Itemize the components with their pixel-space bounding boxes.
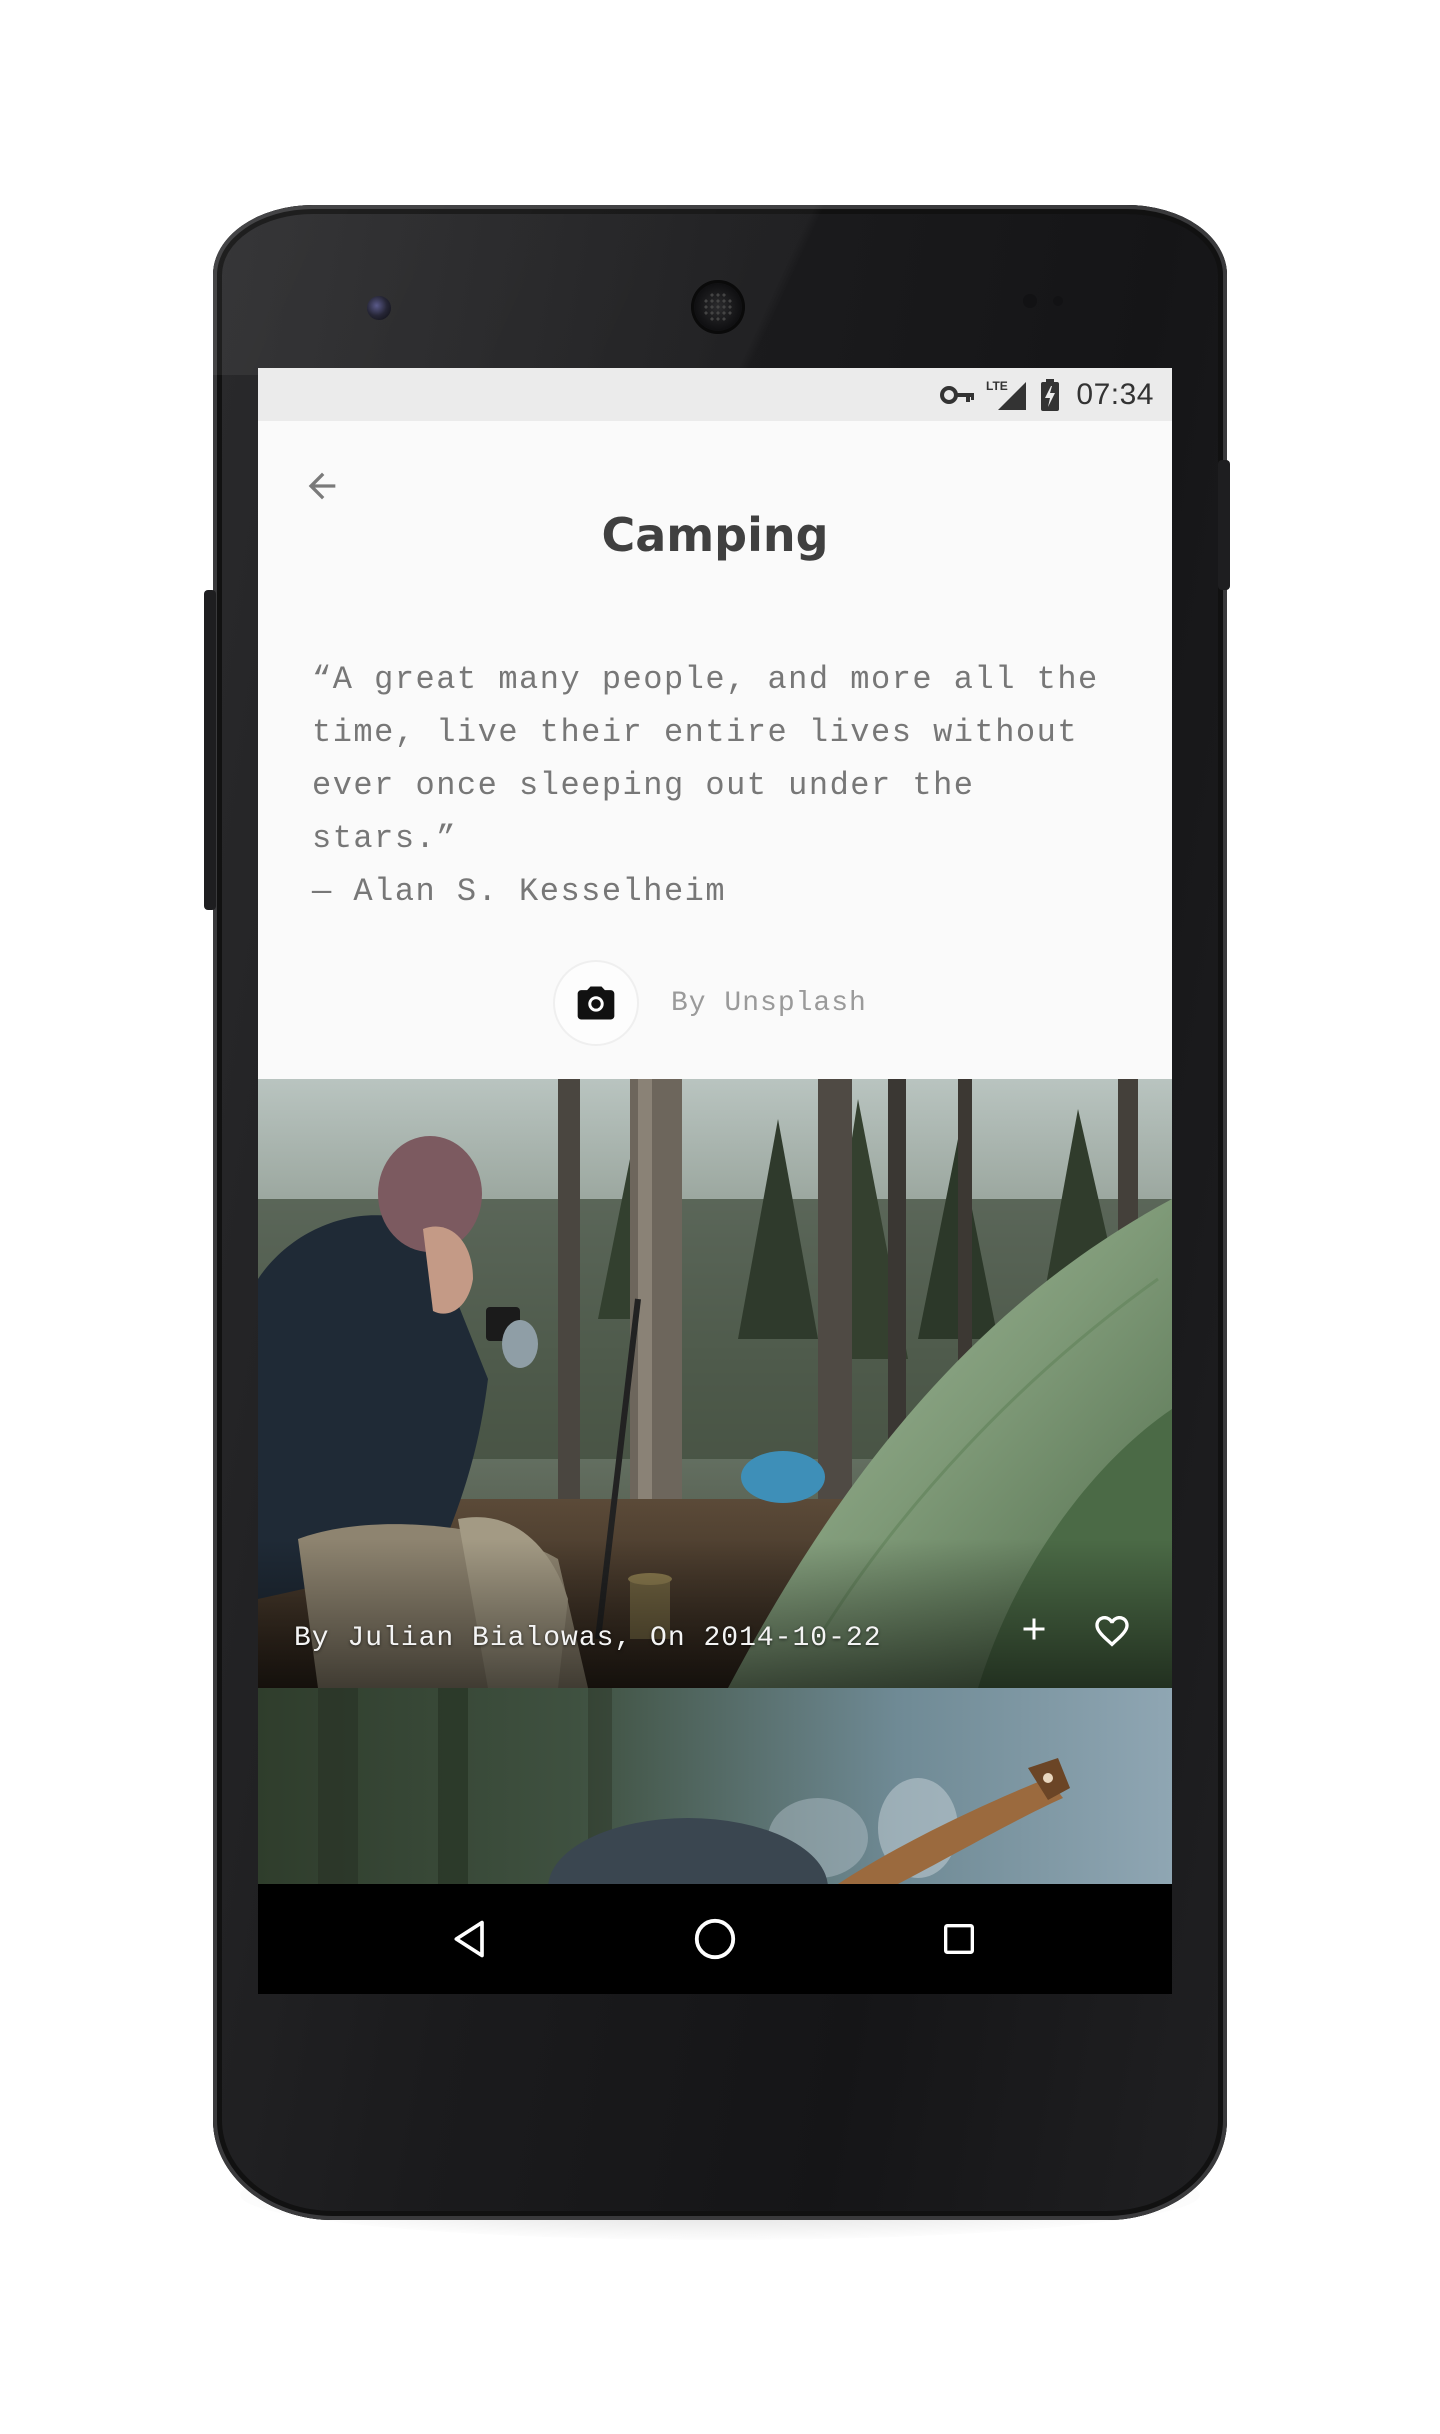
collection-quote: “A great many people, and more all the t… [312,653,1142,918]
quote-line: time, live their entire lives without [312,714,1079,751]
vpn-key-icon [940,385,976,405]
page-title: Camping [601,508,829,562]
source-avatar-button[interactable] [555,962,637,1044]
back-button[interactable] [296,460,348,512]
earpiece-speaker [691,280,745,334]
back-triangle-icon [454,1920,484,1958]
phone-screen: LTE 07:34 Camping “A great many people, … [258,368,1172,1994]
photo-caption: By Julian Bialowas, On 2014-10-22 [294,1623,882,1654]
quote-line: ever once sleeping out under the [312,767,975,804]
network-type-label: LTE [986,379,1008,393]
status-time: 07:34 [1076,377,1154,411]
quote-line: stars.” [312,820,457,857]
axe-photo [258,1688,1172,1884]
photo-card[interactable] [258,1688,1172,1884]
arrow-back-icon [308,472,336,500]
lte-signal-icon: LTE [986,379,1030,411]
system-navigation-bar [258,1884,1172,1994]
quote-author: — Alan S. Kesselheim [312,873,727,910]
source-credit-text: By Unsplash [671,987,867,1019]
nav-back-button[interactable] [436,1904,506,1974]
light-sensor [1053,296,1063,306]
power-button [1218,460,1230,590]
quote-line: “A great many people, and more all the [312,661,1099,698]
volume-button [204,590,216,910]
status-bar: LTE 07:34 [258,368,1172,421]
home-circle-icon [694,1918,736,1960]
recents-square-icon [944,1924,974,1954]
device-mockup: LTE 07:34 Camping “A great many people, … [0,0,1440,2434]
proximity-sensor [1023,294,1037,308]
nav-recents-button[interactable] [924,1904,994,1974]
photo-card[interactable]: By Julian Bialowas, On 2014-10-22 [258,1079,1172,1688]
battery-charging-icon [1040,378,1060,411]
add-to-collection-button[interactable] [1016,1611,1066,1661]
heart-outline-icon [1095,1616,1129,1647]
front-camera [367,296,391,320]
camping-photo [258,1079,1172,1688]
like-button[interactable] [1092,1611,1142,1661]
nav-home-button[interactable] [680,1904,750,1974]
add-icon [1023,1618,1045,1640]
source-credit: By Unsplash [555,962,867,1044]
camera-icon [577,986,615,1020]
